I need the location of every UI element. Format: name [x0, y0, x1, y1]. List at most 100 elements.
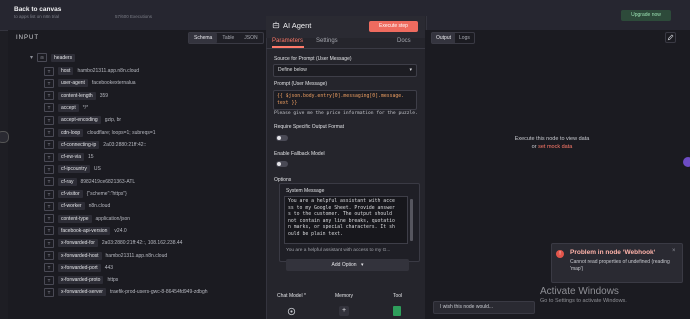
- fallback-toggle[interactable]: [276, 161, 288, 167]
- schema-value: hambo21311.app.n8n.cloud: [105, 252, 168, 259]
- tab-parameters[interactable]: Parameters: [272, 38, 303, 44]
- modal-title: AI Agent: [283, 21, 312, 30]
- schema-value: 2a03:2880:21ff:42::, 108.162.238.44: [101, 240, 183, 247]
- schema-key[interactable]: accept: [58, 103, 79, 112]
- schema-key[interactable]: facebook-api-version: [58, 226, 111, 235]
- close-icon[interactable]: ×: [672, 248, 676, 254]
- prompt-expression-field[interactable]: {{ $json.body.entry[0].messaging[0].mess…: [273, 90, 417, 110]
- string-type-icon: T: [44, 128, 54, 137]
- string-type-icon: T: [44, 78, 54, 88]
- prompt-label: Prompt (User Message): [274, 81, 328, 87]
- chat-model-icon[interactable]: [287, 307, 296, 316]
- system-message-textarea[interactable]: You are a helpful assistant with acce ss…: [284, 196, 408, 244]
- schema-value: {"scheme":"https"}: [86, 191, 127, 197]
- schema-key[interactable]: cdn-loop: [58, 128, 84, 137]
- tab-logs[interactable]: Logs: [455, 33, 474, 43]
- textarea-scrollbar[interactable]: [410, 199, 413, 241]
- schema-key[interactable]: x-forwarded-port: [58, 263, 101, 272]
- schema-row[interactable]: Taccept-encoding gzip, br: [44, 115, 121, 125]
- schema-key[interactable]: x-forwarded-for: [58, 239, 98, 248]
- schema-value: hambo21311.app.n8n.cloud: [77, 68, 140, 74]
- system-message-preview: You are a helpful assistant with access …: [286, 248, 391, 253]
- tab-output[interactable]: Output: [432, 33, 456, 43]
- output-tabs: Output Logs: [431, 32, 475, 44]
- schema-key[interactable]: x-forwarded-host: [58, 251, 102, 260]
- chevron-down-icon[interactable]: ▾: [30, 54, 33, 61]
- system-line-3: s to the customer. The output should: [288, 212, 392, 217]
- require-output-toggle[interactable]: [276, 135, 288, 141]
- schema-key[interactable]: host: [58, 67, 74, 75]
- add-memory-icon[interactable]: +: [339, 306, 349, 316]
- tool-label: Tool: [393, 293, 403, 299]
- tab-table[interactable]: Table: [217, 33, 239, 43]
- schema-row[interactable]: Tx-forwarded-server traefik-prod-users-gw…: [44, 287, 208, 297]
- schema-value: 443: [104, 264, 114, 271]
- schema-row[interactable]: Tcf-ipcountry US: [44, 164, 101, 174]
- object-icon: ⊞: [37, 53, 48, 62]
- upgrade-button[interactable]: Upgrade now: [621, 10, 671, 21]
- tab-schema[interactable]: Schema: [189, 33, 218, 43]
- schema-key[interactable]: x-forwarded-server: [58, 288, 106, 297]
- left-connector-icon[interactable]: [0, 131, 9, 143]
- source-select[interactable]: Define below ▾: [273, 64, 417, 77]
- schema-value: 15: [88, 154, 94, 161]
- string-type-icon: T: [44, 214, 54, 224]
- schema-row[interactable]: Tcontent-type application/json: [44, 214, 130, 224]
- schema-row[interactable]: Tfacebook-api-version v24.0: [44, 226, 127, 236]
- schema-row[interactable]: Tx-forwarded-proto https: [44, 275, 118, 285]
- string-type-icon: T: [44, 91, 54, 101]
- pencil-icon[interactable]: [665, 32, 676, 43]
- tree-root-headers[interactable]: ▾ ⊞ headers: [30, 53, 79, 62]
- schema-row[interactable]: Tuser-agent facebookexternalua: [44, 78, 136, 88]
- require-output-label: Require Specific Output Format: [274, 124, 345, 130]
- system-line-6: ould be plain text.: [288, 231, 343, 237]
- schema-value: gzip, br: [104, 117, 122, 124]
- empty-output-message: Execute this node to view data or set mo…: [487, 135, 617, 151]
- schema-key[interactable]: cf-worker: [58, 202, 85, 211]
- execute-hint: Execute this node to view data: [514, 136, 590, 142]
- schema-key[interactable]: cf-ew-via: [58, 153, 85, 162]
- schema-row[interactable]: Taccept */*: [44, 103, 88, 113]
- schema-row[interactable]: Thost hambo21311.app.n8n.cloud: [44, 66, 139, 76]
- schema-key[interactable]: user-agent: [58, 79, 88, 88]
- string-type-icon: T: [44, 189, 54, 199]
- windows-watermark-title: Activate Windows: [540, 286, 619, 297]
- prompt-preview: Please give me the price information for…: [274, 111, 418, 116]
- schema-row[interactable]: Tcf-worker n8n.cloud: [44, 201, 110, 211]
- string-type-icon: T: [44, 201, 54, 211]
- system-line-1: You are a helpful assistant with acce: [288, 199, 395, 204]
- schema-row[interactable]: Tcontent-length 359: [44, 91, 108, 101]
- input-panel-title: INPUT: [16, 35, 39, 41]
- schema-key[interactable]: cf-visitor: [58, 190, 83, 198]
- schema-key[interactable]: content-type: [58, 214, 92, 223]
- toast-message: Cannot read properties of undefined (rea…: [570, 259, 670, 272]
- docs-link[interactable]: Docs: [397, 38, 411, 44]
- schema-key[interactable]: cf-ray: [58, 177, 77, 186]
- system-line-5: n marks, or special characters. It sh: [288, 225, 395, 230]
- back-to-canvas-link[interactable]: Back to canvas: [14, 6, 61, 13]
- schema-row[interactable]: Tx-forwarded-for 2a03:2880:21ff:42::, 108…: [44, 238, 182, 248]
- google-sheets-icon[interactable]: [393, 306, 401, 316]
- schema-row[interactable]: Tcf-ray 8982419ce6821363-ATL: [44, 177, 135, 187]
- schema-row[interactable]: Tx-forwarded-host hambo21311.app.n8n.clou…: [44, 251, 167, 261]
- schema-row[interactable]: Tcf-visitor {"scheme":"https"}: [44, 189, 127, 199]
- execute-step-button[interactable]: Execute step: [369, 21, 418, 32]
- schema-key[interactable]: x-forwarded-proto: [58, 276, 104, 285]
- schema-key[interactable]: cf-connecting-ip: [58, 140, 100, 149]
- right-connector-icon[interactable]: [683, 157, 690, 167]
- schema-key[interactable]: content-length: [58, 91, 96, 100]
- add-option-button[interactable]: Add Option ▾: [286, 259, 409, 271]
- tab-divider: [266, 48, 425, 49]
- tab-json[interactable]: JSON: [239, 33, 262, 43]
- schema-key[interactable]: cf-ipcountry: [58, 165, 90, 174]
- tab-settings[interactable]: Settings: [316, 38, 338, 44]
- schema-key[interactable]: accept-encoding: [58, 116, 101, 125]
- chevron-down-icon: ▾: [360, 262, 364, 268]
- schema-row[interactable]: Tcf-ew-via 15: [44, 152, 94, 162]
- schema-row[interactable]: Tx-forwarded-port 443: [44, 263, 113, 273]
- view-mode-tabs: Schema Table JSON: [188, 32, 264, 44]
- schema-row[interactable]: Tcf-connecting-ip 2a03:2880:21ff:42::: [44, 140, 146, 150]
- schema-value: */*: [82, 104, 89, 111]
- schema-row[interactable]: Tcdn-loop cloudflare; loops=1; subreqs=1: [44, 128, 156, 138]
- set-mock-data-link[interactable]: set mock data: [538, 144, 572, 150]
